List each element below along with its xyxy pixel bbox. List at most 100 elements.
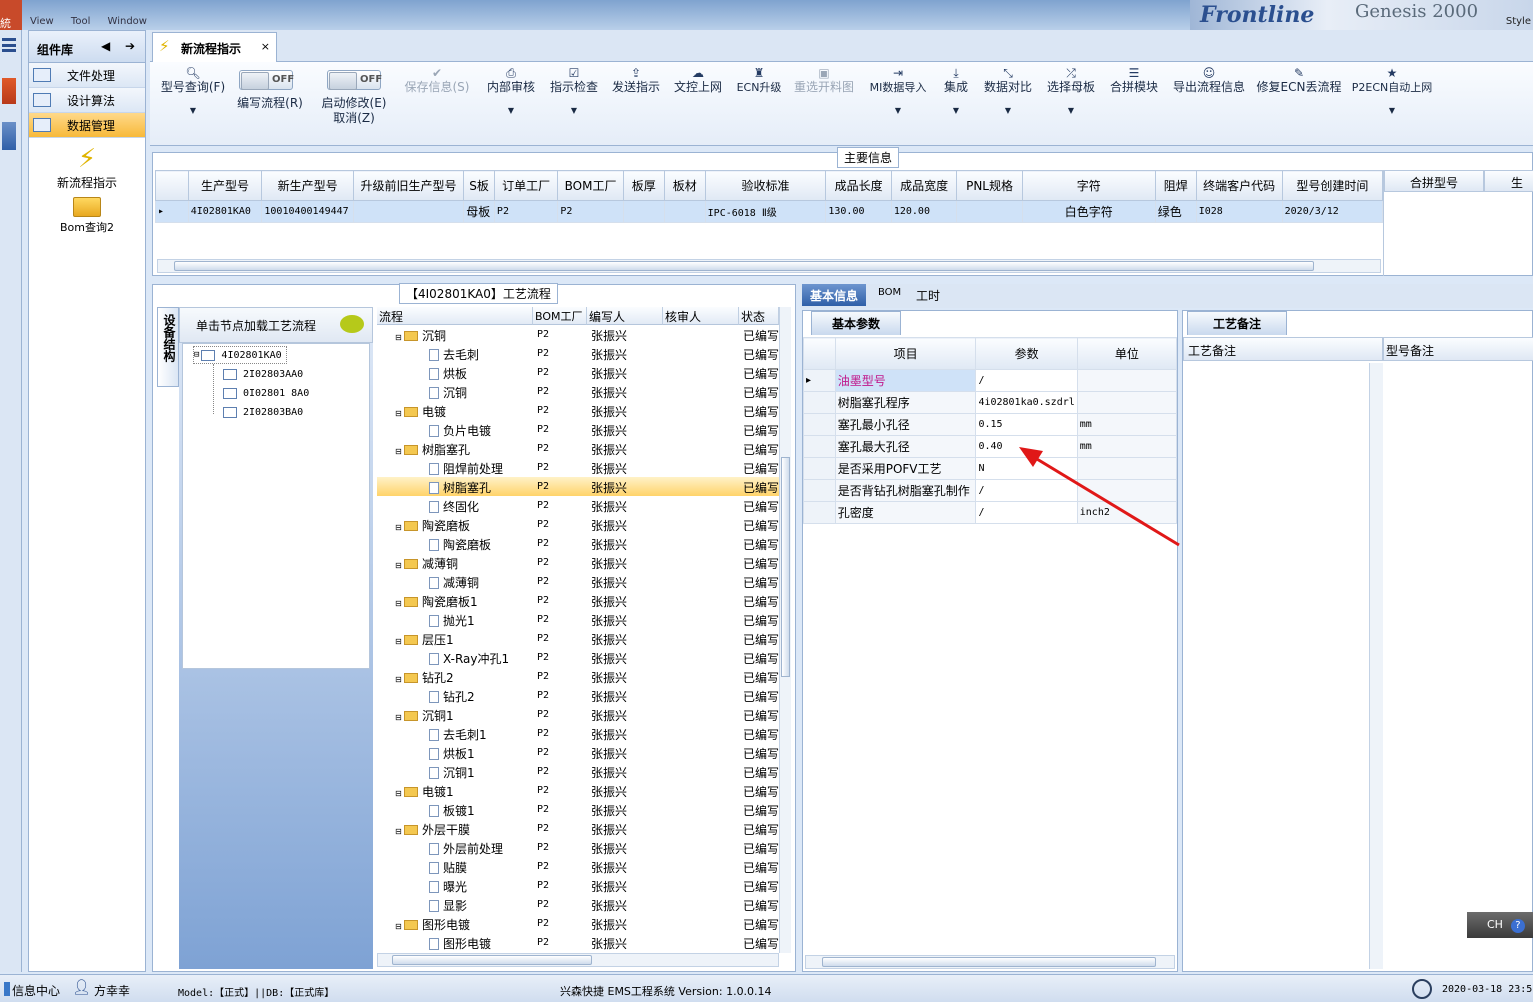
cell[interactable]: IPC-6018 Ⅱ级 <box>704 200 827 223</box>
column-header[interactable]: 成品长度 <box>825 170 892 201</box>
row-indicator[interactable] <box>803 435 836 458</box>
horizontal-scrollbar[interactable] <box>377 953 779 967</box>
flow-row[interactable]: 图形电镀 P2 张振兴 已编写 <box>377 933 779 952</box>
collapse-icon[interactable]: ⊟ <box>395 599 404 608</box>
cell[interactable]: 130.00 <box>825 200 892 223</box>
flow-row[interactable]: 板镀1 P2 张振兴 已编写 <box>377 800 779 819</box>
column-header[interactable]: 板材 <box>663 170 706 201</box>
column-header[interactable]: 型号创建时间 <box>1281 170 1384 201</box>
column-header[interactable]: PNL规格 <box>956 170 1023 201</box>
flow-row[interactable]: 钻孔2 P2 张振兴 已编写 <box>377 686 779 705</box>
query-model-button[interactable]: 🔍︎ 型号查询(F) ▼ <box>158 66 228 118</box>
vertical-scrollbar[interactable] <box>779 307 791 953</box>
flow-row[interactable]: 阻焊前处理 P2 张振兴 已编写 <box>377 458 779 477</box>
collapse-icon[interactable]: ⊟ <box>395 561 404 570</box>
instruction-check-button[interactable]: ☑ 指示检查 ▼ <box>546 66 602 118</box>
column-header[interactable]: 核审人 <box>663 307 739 325</box>
column-header[interactable]: 订单工厂 <box>493 170 559 201</box>
reselect-cut-drawing-button[interactable]: ▣ 重选开料图 <box>792 66 856 95</box>
cell[interactable]: 2020/3/12 <box>1281 200 1384 223</box>
vertical-scrollbar[interactable] <box>1369 363 1383 969</box>
flow-row[interactable]: 终固化 P2 张振兴 已编写 <box>377 496 779 515</box>
cell[interactable] <box>663 200 706 223</box>
flow-row[interactable]: ⊟ 电镀 P2 张振兴 已编写 <box>377 401 779 420</box>
scroll-thumb[interactable] <box>392 955 592 965</box>
flow-row[interactable]: ⊟ 陶瓷磨板 P2 张振兴 已编写 <box>377 515 779 534</box>
collapse-left-icon[interactable]: ◀ <box>101 39 110 53</box>
flow-row[interactable]: 负片电镀 P2 张振兴 已编写 <box>377 420 779 439</box>
column-header[interactable]: BOM工厂 <box>533 307 587 325</box>
save-info-button[interactable]: ✔ 保存信息(S) <box>402 66 472 95</box>
tab-basic-params[interactable]: 基本参数 <box>811 311 901 335</box>
flow-row[interactable]: 贴膜 P2 张振兴 已编写 <box>377 857 779 876</box>
tree-node[interactable]: 2I02803BA0 <box>223 403 303 421</box>
collapse-icon[interactable]: ⊟ <box>395 333 404 342</box>
row-indicator[interactable] <box>803 479 836 502</box>
flow-row[interactable]: 减薄铜 P2 张振兴 已编写 <box>377 572 779 591</box>
column-header[interactable]: 状态 <box>739 307 779 325</box>
column-header[interactable]: 阻焊 <box>1154 170 1197 201</box>
tab-process-remarks[interactable]: 工艺备注 <box>1187 311 1287 335</box>
column-header[interactable]: 成品宽度 <box>890 170 958 201</box>
cell[interactable] <box>622 200 665 223</box>
column-header[interactable]: 新生产型号 <box>261 170 354 201</box>
column-header[interactable]: 生产 <box>1484 170 1533 192</box>
chevron-down-icon[interactable]: ▼ <box>866 103 930 118</box>
tab-basic-info[interactable]: 基本信息 <box>802 284 867 306</box>
flow-row[interactable]: 沉铜1 P2 张振兴 已编写 <box>377 762 779 781</box>
fix-ecn-button[interactable]: ✎ 修复ECN丢流程 <box>1256 66 1342 95</box>
column-header[interactable]: 合拼型号 <box>1384 170 1484 192</box>
row-indicator[interactable] <box>803 413 836 436</box>
tab-equipment-structure[interactable]: 设备结构 <box>157 307 179 387</box>
nav-item-data-management[interactable]: 数据管理 <box>29 113 145 138</box>
p2ecn-upload-button[interactable]: ★ P2ECN自动上网 ▼ <box>1350 66 1434 118</box>
column-header[interactable]: S板 <box>463 170 495 201</box>
param-item[interactable]: 是否采用POFV工艺 <box>834 457 977 480</box>
horizontal-scrollbar[interactable] <box>157 259 1381 273</box>
flow-row[interactable]: ⊟ 外层干膜 P2 张振兴 已编写 <box>377 819 779 838</box>
ime-indicator[interactable]: CH? <box>1467 912 1533 938</box>
flow-row[interactable]: ⊟ 钻孔2 P2 张振兴 已编写 <box>377 667 779 686</box>
table-row[interactable]: ▸ 4I02801KA0 10010400149447 母板 P2 P2 IPC… <box>155 200 1384 223</box>
flow-row[interactable]: 烘板1 P2 张振兴 已编写 <box>377 743 779 762</box>
scroll-thumb[interactable] <box>781 457 790 677</box>
chevron-down-icon[interactable]: ▼ <box>158 103 228 118</box>
close-icon[interactable]: × <box>261 40 270 53</box>
integrate-button[interactable]: ⤓ 集成 ▼ <box>938 66 974 118</box>
write-flow-toggle[interactable]: OFF <box>239 70 294 90</box>
chevron-down-icon[interactable]: ▼ <box>1044 103 1098 118</box>
collapse-icon[interactable]: ⊟ <box>395 409 404 418</box>
flow-row[interactable]: 曝光 P2 张振兴 已编写 <box>377 876 779 895</box>
tree-node[interactable]: ⊟ 4I02801KA0 <box>193 346 287 364</box>
param-item[interactable]: 树脂塞孔程序 <box>834 391 977 414</box>
nav-item-file-processing[interactable]: 文件处理 <box>29 63 145 88</box>
column-header[interactable]: 工艺备注 <box>1183 337 1383 361</box>
column-header[interactable]: 终端客户代码 <box>1195 170 1283 201</box>
tab-new-flow-instruction[interactable]: ⚡ 新流程指示 × <box>152 32 277 62</box>
param-value[interactable]: 0.15 <box>975 413 1078 436</box>
tab-bom[interactable]: BOM <box>870 284 909 306</box>
computer-icon[interactable] <box>2 122 16 150</box>
flow-row[interactable]: 去毛刺 P2 张振兴 已编写 <box>377 344 779 363</box>
param-value[interactable]: / <box>975 369 1078 392</box>
column-header[interactable]: 流程 <box>377 307 533 325</box>
choose-mother-board-button[interactable]: ⤮ 选择母板 ▼ <box>1044 66 1098 118</box>
flow-row[interactable]: 抛光1 P2 张振兴 已编写 <box>377 610 779 629</box>
menu-lines-icon[interactable] <box>2 38 16 52</box>
menu-view[interactable]: View <box>30 16 54 27</box>
column-header[interactable]: 编写人 <box>587 307 663 325</box>
tree-node[interactable]: 0I02801 8A0 <box>223 384 309 402</box>
collapse-icon[interactable]: ⊟ <box>395 675 404 684</box>
factory-icon[interactable] <box>2 78 16 104</box>
column-header[interactable]: 单位 <box>1076 337 1178 370</box>
row-indicator[interactable]: ▸ <box>803 369 836 392</box>
param-unit[interactable] <box>1076 391 1178 414</box>
chevron-down-icon[interactable]: ▼ <box>483 103 539 118</box>
tree-node[interactable]: 2I02803AA0 <box>223 365 303 383</box>
param-item[interactable]: 油墨型号 <box>834 369 977 392</box>
collapse-icon[interactable]: ⊟ <box>395 713 404 722</box>
param-item[interactable]: 塞孔最大孔径 <box>834 435 977 458</box>
param-item[interactable]: 是否背钻孔树脂塞孔制作 <box>834 479 977 502</box>
flow-row[interactable]: ⊟ 沉铜 P2 张振兴 已编写 <box>377 325 779 344</box>
tool-bom-query[interactable]: Bom查询2 <box>29 197 145 235</box>
